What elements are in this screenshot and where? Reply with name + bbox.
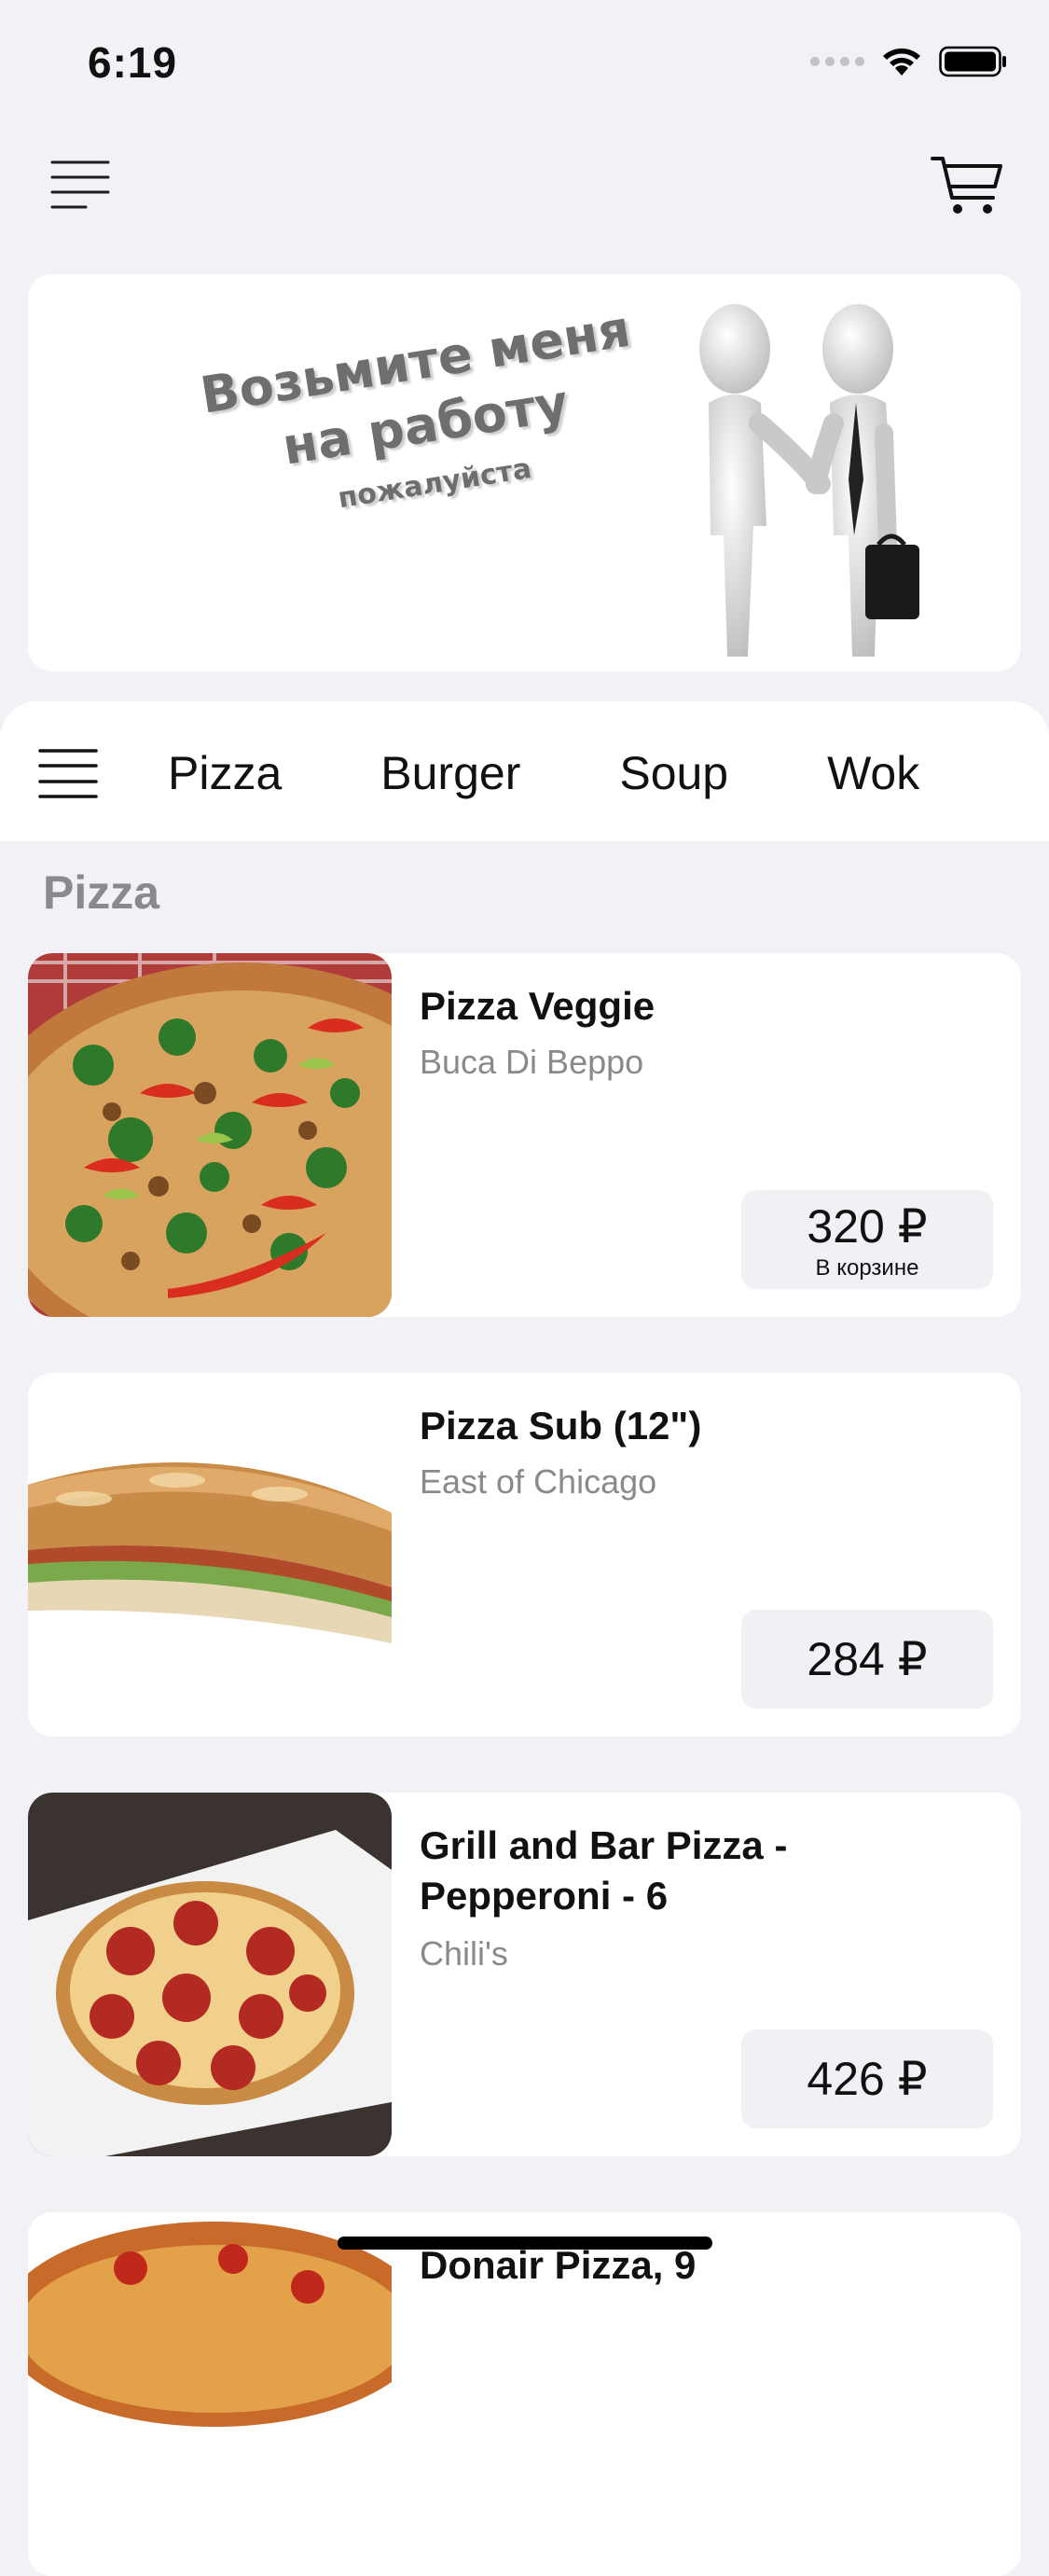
menu-lines-icon bbox=[50, 160, 110, 209]
product-vendor: Buca Di Beppo bbox=[420, 1043, 644, 1081]
home-indicator[interactable] bbox=[338, 2237, 712, 2250]
price-button[interactable]: 284 ₽ bbox=[741, 1610, 993, 1709]
tab-wok[interactable]: Wok bbox=[827, 741, 919, 806]
product-card[interactable]: Pizza Sub (12") East of Chicago 284 ₽ bbox=[28, 1373, 1021, 1737]
battery-icon bbox=[939, 46, 1006, 77]
pepperoni-pizza-image bbox=[28, 1793, 392, 2156]
price-label: 426 ₽ bbox=[807, 2053, 928, 2105]
section-title: Pizza bbox=[43, 866, 160, 919]
product-card[interactable]: Grill and Bar Pizza - Pepperoni - 6 Chil… bbox=[28, 1793, 1021, 2156]
category-menu-icon[interactable] bbox=[37, 746, 99, 802]
menu-sheet: Pizza Burger Soup Wok Pizza Pizza Veggie… bbox=[0, 701, 1049, 2576]
status-time: 6:19 bbox=[88, 38, 178, 87]
donair-pizza-image bbox=[28, 2212, 392, 2576]
price-button[interactable]: 320 ₽ В корзине bbox=[741, 1190, 993, 1289]
status-bar: 6:19 bbox=[0, 0, 1049, 131]
product-title: Pizza Sub (12") bbox=[420, 1404, 702, 1447]
tab-burger[interactable]: Burger bbox=[380, 741, 520, 806]
price-label: 320 ₽ bbox=[807, 1200, 928, 1253]
product-title: Pizza Veggie bbox=[420, 984, 656, 1028]
product-card[interactable]: Donair Pizza, 9 bbox=[28, 2212, 1021, 2576]
product-image bbox=[28, 1373, 392, 1737]
cart-button[interactable] bbox=[930, 153, 1004, 218]
promo-banner[interactable]: Возьмите меня на работу пожалуйста bbox=[28, 274, 1021, 672]
in-cart-label: В корзине bbox=[815, 1255, 919, 1281]
pizza-veggie-image bbox=[28, 953, 392, 1317]
price-label: 284 ₽ bbox=[807, 1633, 928, 1685]
product-vendor: East of Chicago bbox=[420, 1462, 657, 1501]
menu-button[interactable] bbox=[48, 157, 112, 213]
status-icons bbox=[810, 45, 1008, 78]
wifi-icon bbox=[883, 48, 920, 76]
price-button[interactable]: 426 ₽ bbox=[741, 2029, 993, 2128]
handshake-illustration bbox=[699, 304, 919, 657]
product-image bbox=[28, 2212, 392, 2576]
product-title: Grill and Bar Pizza - Pepperoni - 6 bbox=[420, 1823, 788, 1918]
cellular-signal-icon bbox=[810, 57, 864, 66]
product-card[interactable]: Pizza Veggie Buca Di Beppo 320 ₽ В корзи… bbox=[28, 953, 1021, 1317]
tab-pizza[interactable]: Pizza bbox=[168, 741, 282, 806]
category-bar: Pizza Burger Soup Wok bbox=[0, 701, 1049, 841]
pizza-sub-image bbox=[28, 1373, 392, 1737]
cart-icon bbox=[931, 157, 1002, 214]
banner-caption: Возьмите меня на работу пожалуйста bbox=[194, 297, 655, 538]
product-vendor: Chili's bbox=[420, 1934, 508, 1973]
tab-soup[interactable]: Soup bbox=[619, 741, 728, 806]
product-image bbox=[28, 1793, 392, 2156]
category-tabs: Pizza Burger Soup Wok bbox=[168, 741, 1018, 806]
product-image bbox=[28, 953, 392, 1317]
